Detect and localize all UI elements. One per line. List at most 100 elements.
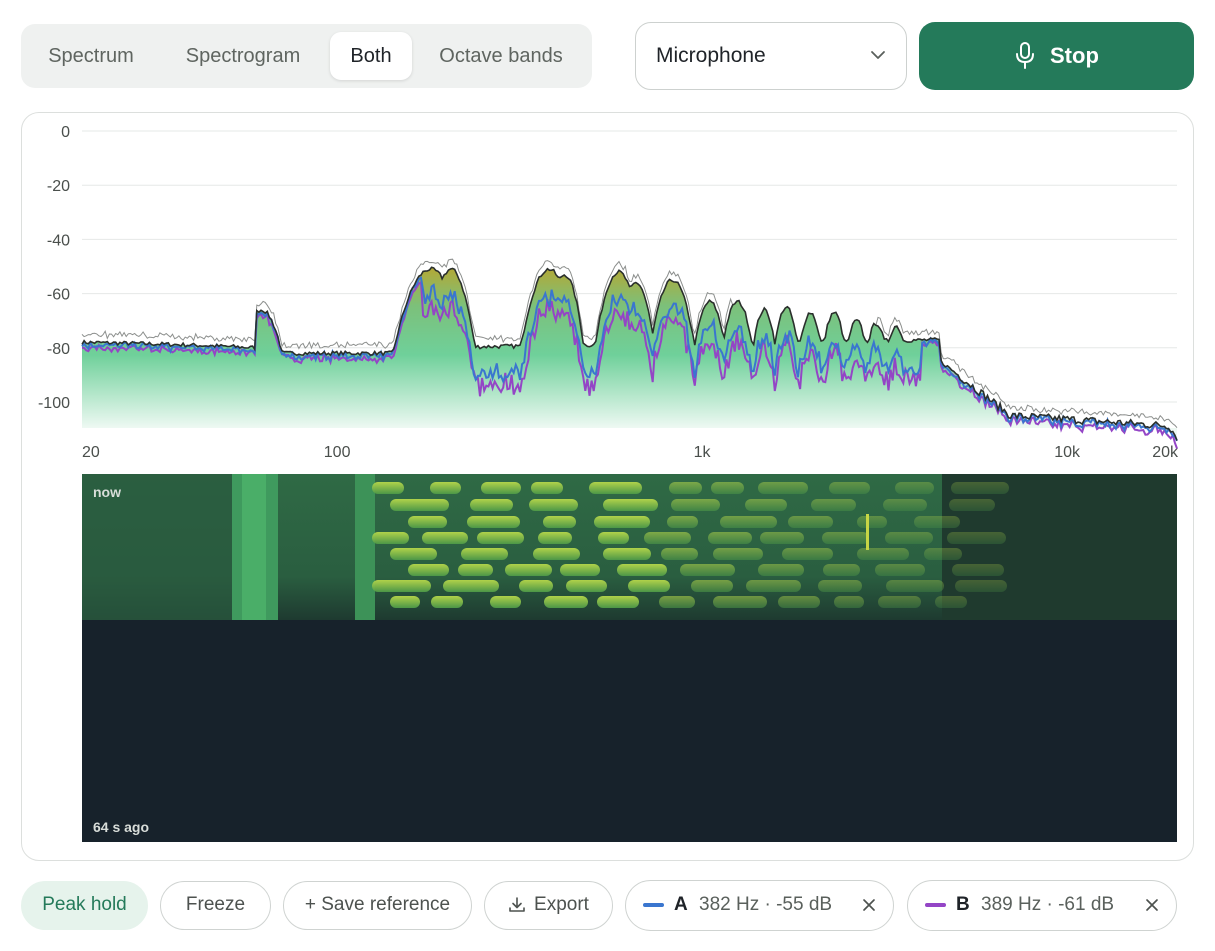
remove-marker-b-icon[interactable] (1142, 895, 1162, 915)
spectrogram-harmonic (458, 564, 493, 576)
x-tick-label: 1k (694, 444, 712, 461)
spectrogram-harmonic (857, 516, 887, 528)
spectrogram-harmonic (758, 564, 804, 576)
y-tick-label: -100 (38, 395, 70, 412)
spectrogram-harmonic (408, 516, 447, 528)
spectrogram-harmonic (470, 499, 513, 511)
spectrogram-harmonic (713, 596, 767, 608)
spectrogram-harmonic (822, 532, 869, 544)
freeze-button[interactable]: Freeze (160, 881, 271, 930)
y-tick-label: -80 (47, 341, 70, 358)
spectrogram-harmonic (490, 596, 521, 608)
y-tick-label: -60 (47, 287, 70, 304)
export-button[interactable]: Export (484, 881, 613, 930)
spectrogram-harmonic (857, 548, 909, 560)
spectrogram-harmonic (895, 482, 934, 494)
spectrogram-harmonic (661, 548, 698, 560)
spectrogram-harmonic (955, 580, 1007, 592)
spectrogram-harmonic (390, 499, 449, 511)
spectrogram-now-label: now (93, 484, 121, 500)
spectrogram-harmonic (372, 580, 431, 592)
spectrogram-harmonic (617, 564, 667, 576)
spectrogram-harmonic (390, 596, 420, 608)
peak-hold-toggle[interactable]: Peak hold (21, 881, 148, 930)
spectrogram-harmonic (778, 596, 820, 608)
spectrogram-harmonic (935, 596, 967, 608)
spectrogram-harmonic (538, 532, 572, 544)
spectrogram-harmonic (603, 499, 658, 511)
export-button-label: Export (534, 894, 589, 915)
spectrogram-harmonic (914, 516, 960, 528)
spectrogram-harmonic (811, 499, 856, 511)
spectrogram-harmonic (818, 580, 862, 592)
marker-a-value: 382 Hz · -55 dB (699, 894, 833, 915)
x-tick-label: 20 (82, 444, 100, 461)
spectrogram-harmonic (443, 580, 499, 592)
spectrogram-harmonic (671, 499, 720, 511)
spectrogram-harmonic (760, 532, 804, 544)
spectrogram-harmonic (519, 580, 553, 592)
spectrogram-harmonic (430, 482, 461, 494)
x-tick-label: 100 (324, 444, 351, 461)
y-tick-label: -20 (47, 178, 70, 195)
spectrogram-harmonic (372, 482, 404, 494)
spectrogram-harmonic (952, 564, 1004, 576)
spectrogram-harmonic (390, 548, 437, 560)
spectrogram-harmonic (708, 532, 752, 544)
spectrogram-harmonic (746, 580, 801, 592)
spectrogram-harmonic (505, 564, 552, 576)
spectrogram-harmonic (680, 564, 735, 576)
spectrogram-harmonic (878, 596, 921, 608)
spectrogram-harmonic (758, 482, 808, 494)
spectrogram-harmonic (543, 516, 576, 528)
spectrogram-harmonic (372, 532, 409, 544)
spectrogram-harmonic (669, 482, 702, 494)
spectrogram-harmonic (949, 499, 995, 511)
spectrogram-harmonic (603, 548, 651, 560)
marker-a: A 382 Hz · -55 dB (625, 880, 894, 931)
spectrogram-image (82, 474, 1177, 620)
spectrogram-harmonic (886, 580, 944, 592)
spectrogram: now 64 s ago (82, 474, 1177, 842)
spectrogram-harmonic (467, 516, 520, 528)
spectrogram-harmonic (597, 596, 639, 608)
download-icon (509, 897, 525, 912)
spectrogram-harmonic (659, 596, 695, 608)
spectrogram-harmonic (745, 499, 787, 511)
spectrogram-harmonic (667, 516, 698, 528)
marker-b: B 389 Hz · -61 dB (907, 880, 1177, 931)
marker-b-swatch (925, 903, 946, 907)
spectrogram-harmonic (533, 548, 580, 560)
marker-a-key: A (674, 894, 688, 915)
spectrogram-harmonic (782, 548, 833, 560)
spectrogram-harmonic (788, 516, 833, 528)
spectrogram-harmonic (408, 564, 449, 576)
spectrogram-harmonic (594, 516, 650, 528)
spectrogram-harmonic (823, 564, 860, 576)
x-tick-label: 10k (1054, 444, 1081, 461)
marker-b-value: 389 Hz · -61 dB (981, 894, 1115, 915)
spectrogram-harmonic (883, 499, 927, 511)
x-tick-label: 20k (1152, 444, 1179, 461)
spectrogram-harmonic (711, 482, 744, 494)
spectrogram-harmonic (529, 499, 578, 511)
spectrogram-harmonic (598, 532, 629, 544)
spectrogram-harmonic (875, 564, 925, 576)
spectrogram-harmonic (560, 564, 600, 576)
spectrogram-harmonic (885, 532, 933, 544)
y-tick-label: -40 (47, 232, 70, 249)
spectrogram-harmonic (713, 548, 763, 560)
spectrogram-harmonic (566, 580, 607, 592)
remove-marker-a-icon[interactable] (859, 895, 879, 915)
spectrogram-harmonic (461, 548, 508, 560)
spectrogram-harmonic (951, 482, 1009, 494)
save-reference-button[interactable]: + Save reference (283, 881, 472, 930)
spectrogram-harmonic (720, 516, 777, 528)
spectrum-chart: 0 -20 -40 -60 -80 -100 20 100 1k 10k 20k (38, 124, 1179, 461)
spectrogram-harmonic (431, 596, 463, 608)
y-tick-label: 0 (61, 124, 70, 141)
spectrogram-harmonic (829, 482, 870, 494)
spectrogram-harmonic (544, 596, 588, 608)
marker-a-swatch (643, 903, 664, 907)
spectrogram-harmonic (947, 532, 1006, 544)
